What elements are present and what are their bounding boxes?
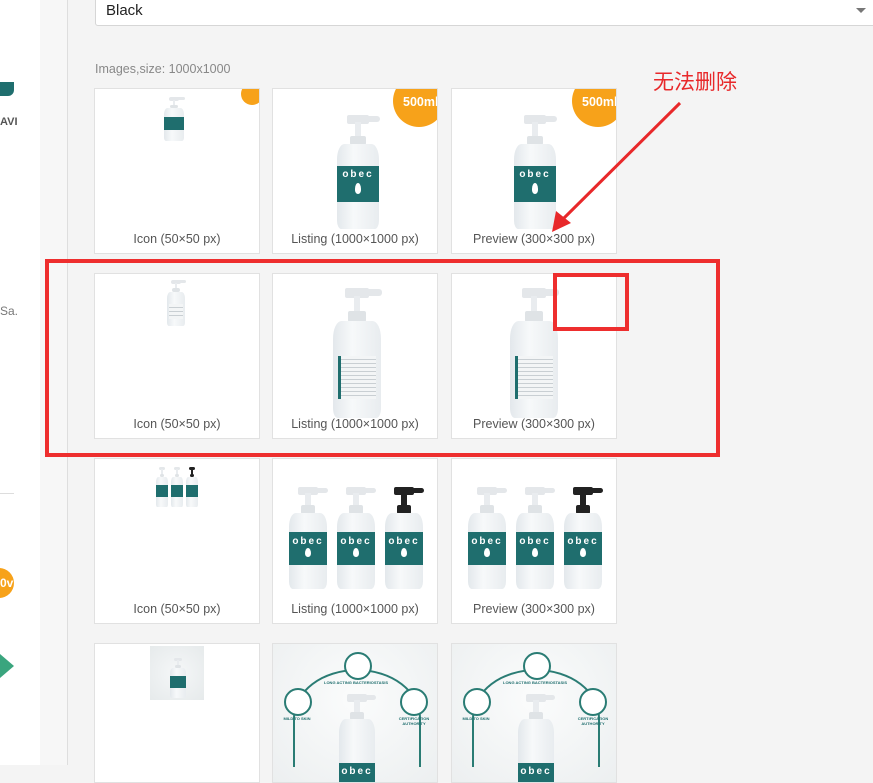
- annotation-arrow-icon: [552, 101, 682, 232]
